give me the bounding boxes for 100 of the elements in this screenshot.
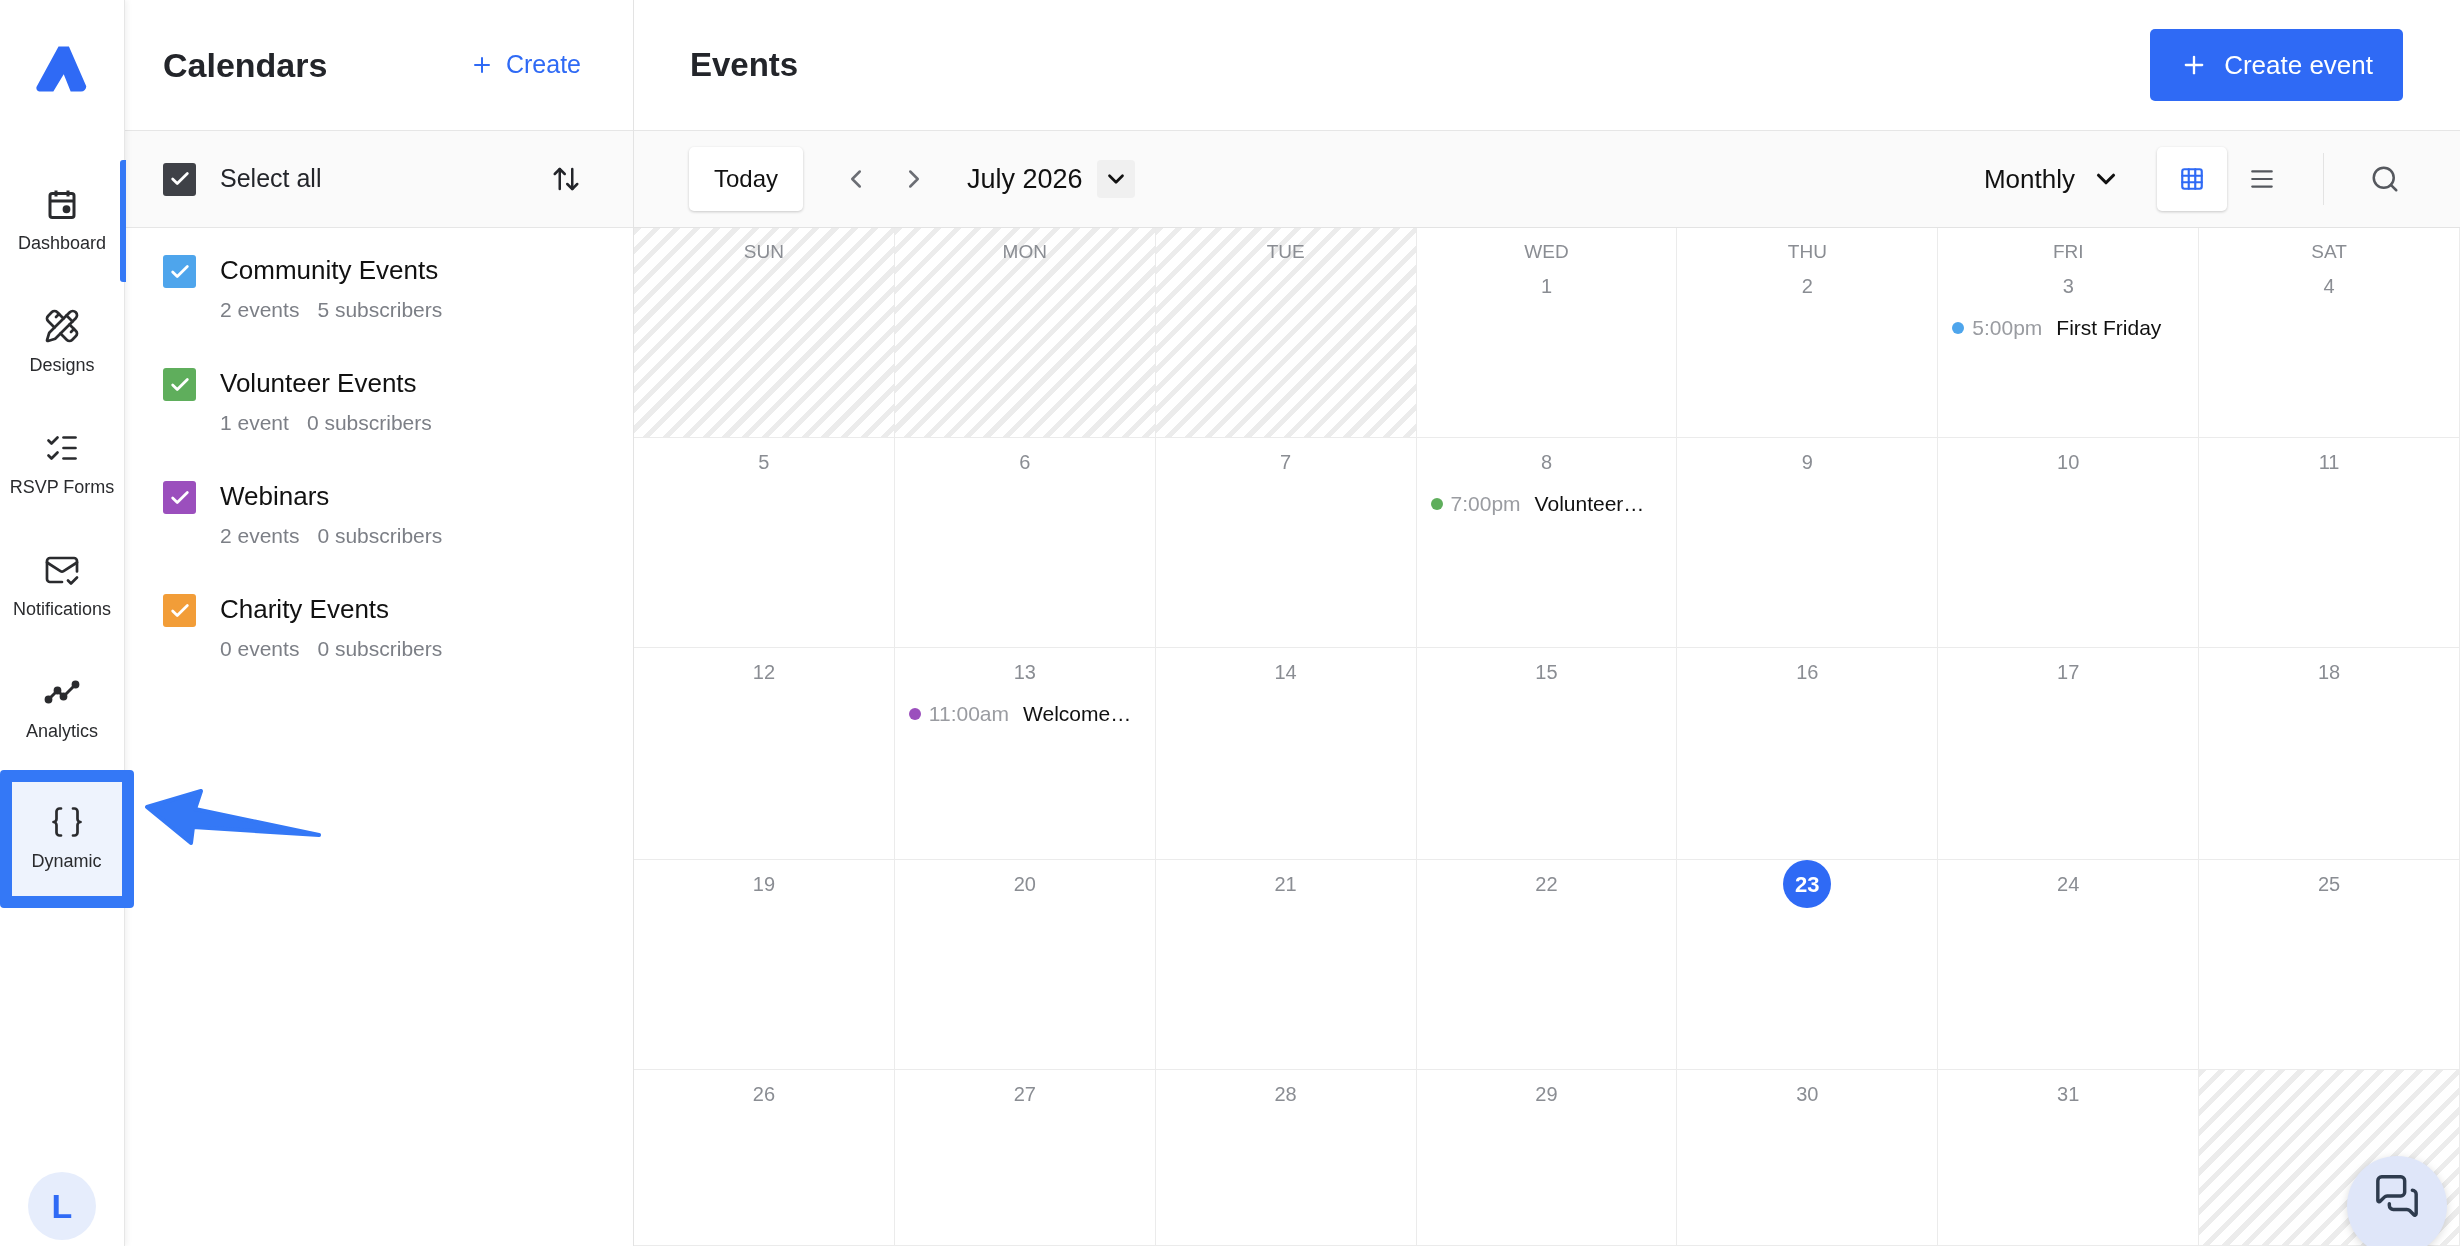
day-cell[interactable]: 30 [1677, 1070, 1939, 1246]
event-title: First Friday [2056, 315, 2162, 341]
event-time: 7:00pm [1450, 491, 1521, 517]
view-mode-dropdown[interactable]: Monthly [1983, 159, 2121, 199]
day-cell[interactable]: FRI 3 5:00pm First Friday [1938, 228, 2200, 438]
grid-icon [2179, 166, 2205, 192]
day-number: 14 [1274, 660, 1297, 684]
day-number: 6 [1019, 450, 1031, 474]
create-calendar-link[interactable]: Create [469, 46, 581, 84]
day-cell[interactable]: 25 [2199, 860, 2460, 1070]
day-cell[interactable]: 14 [1155, 648, 1417, 860]
sidebar-item[interactable]: Dynamic [0, 770, 134, 908]
day-number: 9 [1801, 450, 1813, 474]
day-cell[interactable]: 15 [1416, 648, 1678, 860]
subscriber-count: 0 subscribers [317, 636, 443, 662]
day-cell[interactable]: 10 [1938, 438, 2200, 648]
day-cell[interactable]: 24 [1938, 860, 2200, 1070]
today-button[interactable]: Today [689, 147, 804, 211]
event-item[interactable]: 11:00am Welcome… [894, 698, 1155, 730]
day-cell[interactable]: MON [894, 228, 1156, 438]
day-number: 3 [2062, 274, 2074, 298]
chat-icon [2374, 1173, 2420, 1219]
day-number: 4 [2323, 274, 2335, 298]
day-cell[interactable]: 29 [1416, 1070, 1678, 1246]
day-number: 8 [1540, 450, 1553, 474]
day-cell[interactable]: SAT 4 [2199, 228, 2460, 438]
day-number: 10 [2057, 450, 2080, 474]
grid-view-toggle[interactable] [2157, 147, 2227, 211]
user-avatar[interactable]: L [28, 1172, 96, 1240]
month-label: July 2026 [967, 162, 1083, 196]
calendar-item[interactable]: Volunteer Events 1 event 0 subscribers [125, 365, 633, 478]
day-cell[interactable]: 13 11:00am Welcome… [894, 648, 1156, 860]
day-cell[interactable]: 20 [894, 860, 1156, 1070]
day-number: 31 [2057, 1082, 2080, 1106]
day-cell[interactable]: 9 [1677, 438, 1939, 648]
weekday-label: TUE [1266, 240, 1305, 264]
day-number: 22 [1535, 872, 1558, 896]
sidebar-item[interactable]: Designs [0, 282, 124, 404]
day-number: 17 [2057, 660, 2080, 684]
calendar-name: Volunteer Events [220, 367, 418, 400]
day-cell[interactable]: 16 [1677, 648, 1939, 860]
calendar-name: Webinars [220, 480, 331, 513]
day-number: 7 [1280, 450, 1292, 474]
event-item[interactable]: 5:00pm First Friday [1938, 312, 2199, 344]
day-cell[interactable]: 19 [634, 860, 895, 1070]
sidebar-item[interactable]: Dashboard [0, 160, 124, 282]
month-dropdown-button[interactable] [1096, 160, 1135, 198]
day-cell[interactable]: 21 [1155, 860, 1417, 1070]
day-number: 20 [1013, 872, 1036, 896]
day-number: 18 [2317, 660, 2341, 684]
calendar-item[interactable]: Community Events 2 events 5 subscribers [125, 252, 633, 365]
subscriber-count: 5 subscribers [317, 297, 443, 323]
day-cell[interactable]: THU 2 [1677, 228, 1939, 438]
day-cell[interactable]: 31 [1938, 1070, 2200, 1246]
day-cell[interactable]: 6 [894, 438, 1156, 648]
day-cell[interactable]: 26 [634, 1070, 895, 1246]
weekday-label: FRI [2052, 240, 2084, 264]
sidebar-item[interactable]: Analytics [0, 648, 124, 770]
calendar-item[interactable]: Webinars 2 events 0 subscribers [125, 478, 633, 591]
checkbox[interactable] [163, 594, 196, 627]
subscriber-count: 0 subscribers [317, 523, 443, 549]
day-cell[interactable]: SUN [634, 228, 895, 438]
checkbox[interactable] [163, 162, 196, 196]
select-all-label: Select all [220, 163, 323, 195]
day-cell[interactable]: 11 [2199, 438, 2460, 648]
search-icon[interactable] [2370, 164, 2400, 194]
weekday-label: SAT [2311, 240, 2347, 264]
day-number: 13 [1013, 660, 1036, 684]
sidebar-item[interactable]: RSVP Forms [0, 404, 124, 526]
calendar-item[interactable]: Charity Events 0 events 0 subscribers [125, 591, 633, 704]
event-title: Welcome… [1023, 701, 1132, 727]
create-event-button[interactable]: Create event [2150, 29, 2403, 101]
day-cell[interactable]: TUE [1155, 228, 1417, 438]
checkbox[interactable] [163, 255, 196, 288]
day-cell[interactable]: 28 [1155, 1070, 1417, 1246]
checkbox[interactable] [163, 368, 196, 401]
day-cell[interactable]: 18 [2199, 648, 2460, 860]
day-number: 30 [1796, 1082, 1819, 1106]
event-item[interactable]: 7:00pm Volunteer… [1416, 488, 1677, 520]
checkbox[interactable] [163, 481, 196, 514]
today-marker: 23 [1783, 860, 1832, 908]
day-number: 24 [2057, 872, 2080, 896]
day-number: 28 [1274, 1082, 1297, 1106]
day-cell[interactable]: 8 7:00pm Volunteer… [1416, 438, 1678, 648]
day-cell[interactable]: 12 [634, 648, 895, 860]
sidebar-item[interactable]: Notifications [0, 526, 124, 648]
day-cell[interactable]: WED 1 [1416, 228, 1678, 438]
weekday-label: MON [1002, 240, 1047, 264]
day-cell[interactable]: 22 [1416, 860, 1678, 1070]
day-number: 1 [1540, 274, 1553, 298]
day-number: 29 [1535, 1082, 1558, 1106]
day-cell[interactable]: 23 [1677, 860, 1939, 1070]
day-cell[interactable]: 17 [1938, 648, 2200, 860]
weekday-label: THU [1787, 240, 1827, 264]
day-number: 5 [758, 450, 770, 474]
day-cell[interactable]: 7 [1155, 438, 1417, 648]
day-number: 21 [1274, 872, 1297, 896]
day-number: 2 [1801, 274, 1813, 298]
day-cell[interactable]: 5 [634, 438, 895, 648]
day-cell[interactable]: 27 [894, 1070, 1156, 1246]
